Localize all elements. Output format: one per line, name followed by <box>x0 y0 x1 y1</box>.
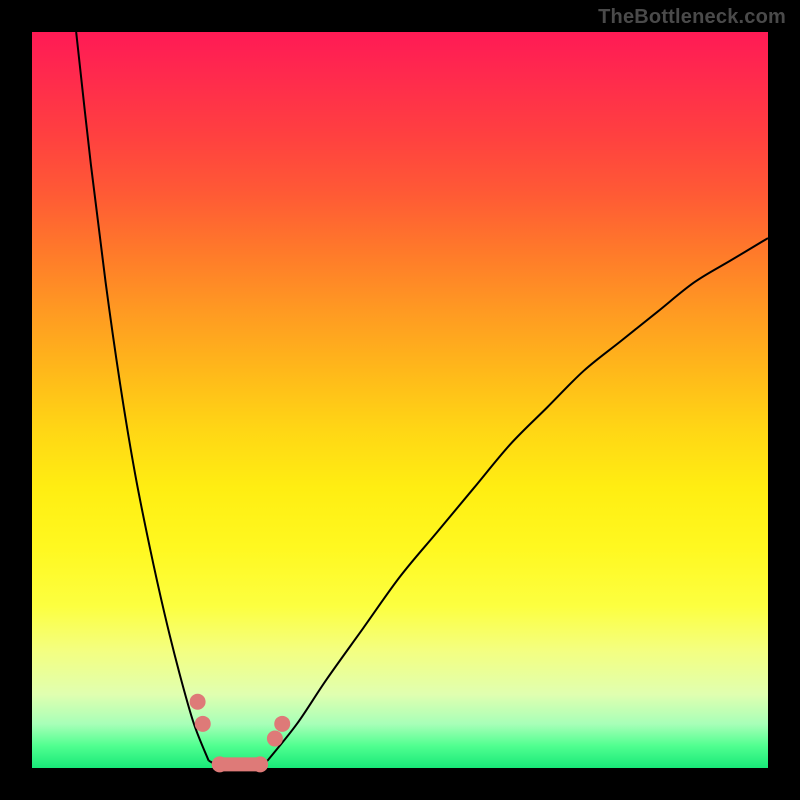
marker-right-dot-upper <box>274 716 290 732</box>
chart-frame: TheBottleneck.com <box>0 0 800 800</box>
curves-svg <box>32 32 768 768</box>
marker-valley-dot-R <box>252 756 268 772</box>
curve-left-branch <box>76 32 208 761</box>
marker-left-dot-lower <box>195 716 211 732</box>
marker-valley-dot-L <box>212 756 228 772</box>
watermark-text: TheBottleneck.com <box>598 6 786 29</box>
marker-left-dot-upper <box>190 694 206 710</box>
plot-area <box>32 32 768 768</box>
curve-right-branch <box>268 238 768 761</box>
marker-right-dot-lower <box>267 731 283 747</box>
